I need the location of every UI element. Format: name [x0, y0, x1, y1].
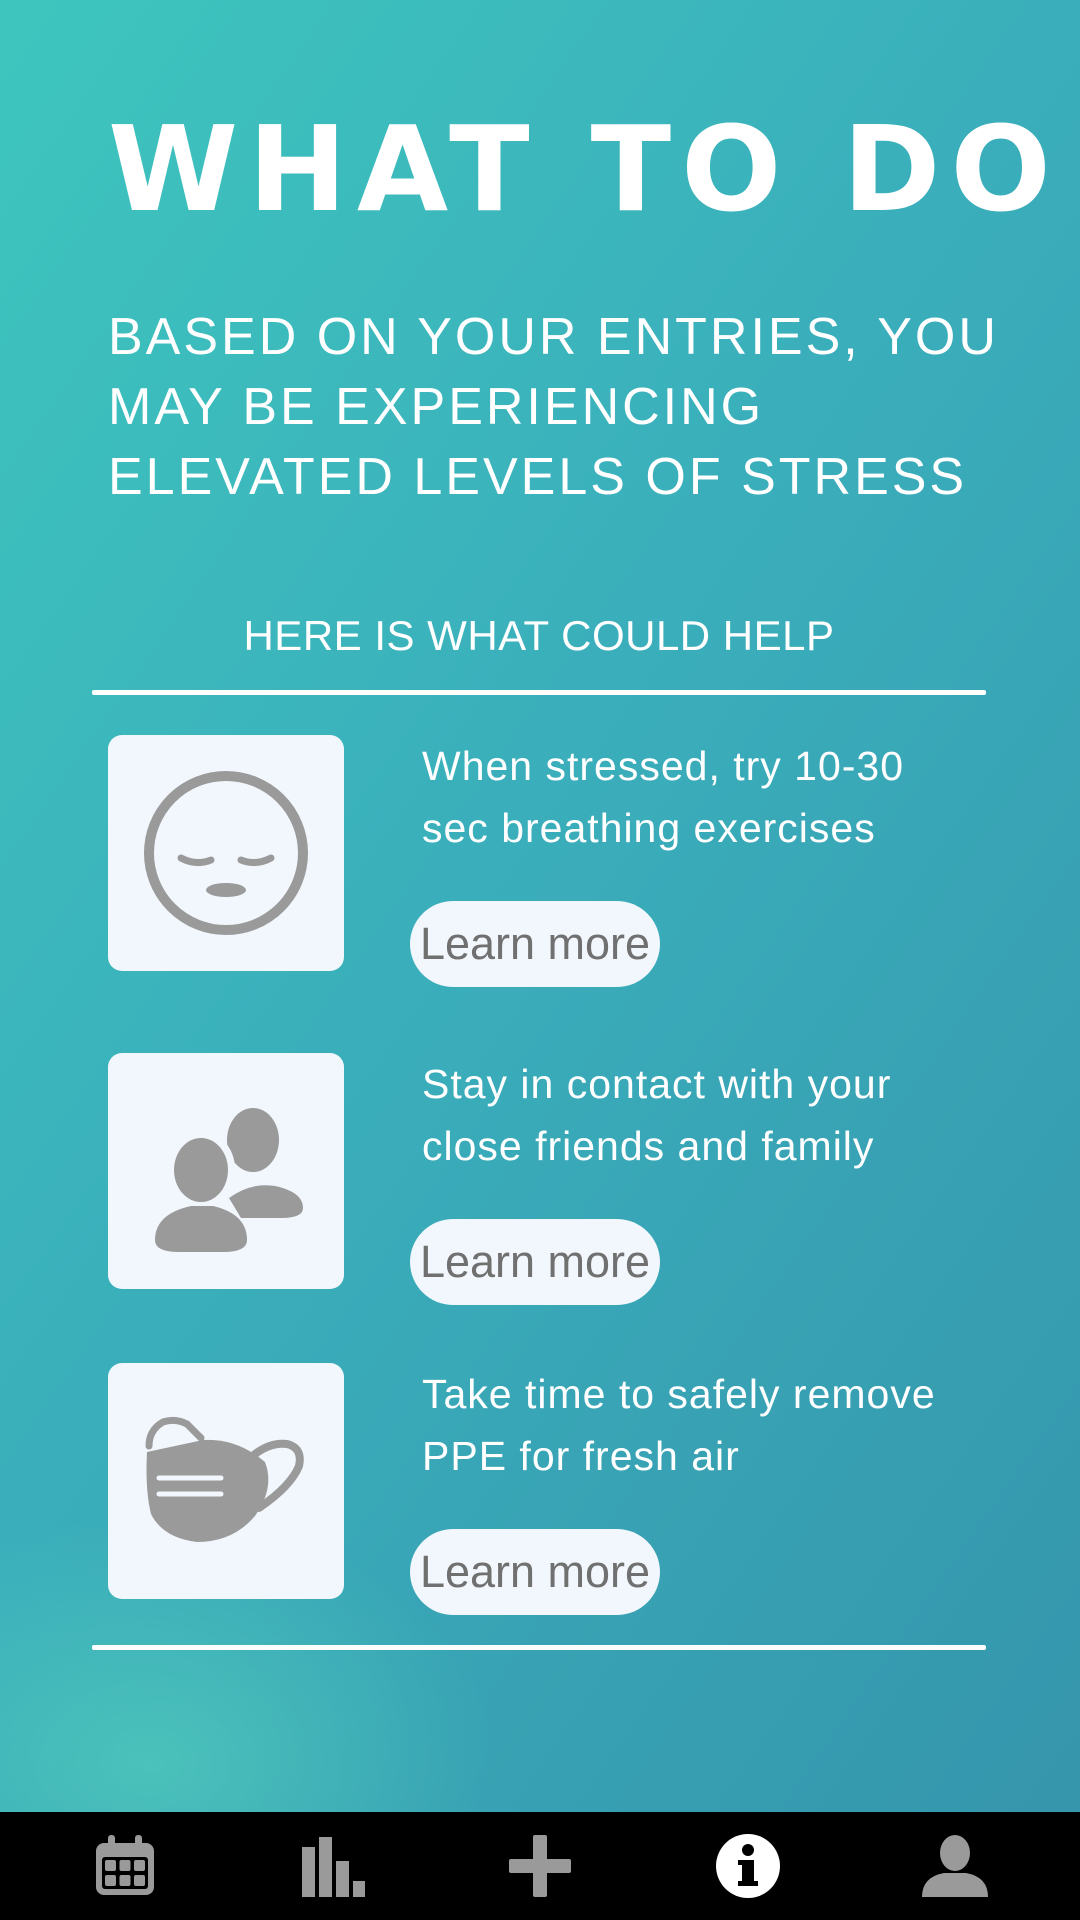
learn-more-button[interactable]: Learn more [410, 901, 660, 987]
nav-profile[interactable] [875, 1812, 1035, 1920]
what-to-do-screen: WHAT TO DO BASED ON YOUR ENTRIES, YOU MA… [0, 0, 1080, 1812]
tip-icon-card [108, 1363, 344, 1599]
tip-text: When stressed, try 10-30 sec breathing e… [422, 743, 905, 851]
sleepy-face-icon [144, 771, 308, 935]
stress-assessment-text: BASED ON YOUR ENTRIES, YOU MAY BE EXPERI… [108, 308, 999, 506]
nav-statistics[interactable] [253, 1812, 413, 1920]
tip-icon-card [108, 735, 344, 971]
learn-more-button[interactable]: Learn more [410, 1529, 660, 1615]
people-icon [149, 1108, 303, 1252]
bottom-navigation-bar [0, 1812, 1080, 1920]
tip-contact: Stay in contact with your close friends … [108, 1053, 988, 1313]
page-title: WHAT TO DO [108, 100, 1061, 238]
nav-add-entry[interactable] [460, 1812, 620, 1920]
tip-icon-card [108, 1053, 344, 1289]
face-mask-icon [145, 1416, 304, 1542]
bar-chart-icon [301, 1837, 365, 1897]
help-heading: HERE IS WHAT COULD HELP [243, 612, 835, 659]
tip-text: Take time to safely remove PPE for fresh… [422, 1371, 936, 1479]
tip-breathing: When stressed, try 10-30 sec breathing e… [108, 735, 988, 995]
tip-text: Stay in contact with your close friends … [422, 1061, 892, 1169]
user-icon [922, 1835, 988, 1897]
calendar-icon [96, 1835, 154, 1895]
nav-info[interactable] [668, 1812, 828, 1920]
bottom-divider [92, 1645, 986, 1650]
top-divider [92, 690, 986, 695]
info-icon [715, 1834, 780, 1898]
learn-more-button[interactable]: Learn more [410, 1219, 660, 1305]
nav-calendar[interactable] [45, 1812, 205, 1920]
tip-ppe: Take time to safely remove PPE for fresh… [108, 1363, 988, 1623]
plus-icon [509, 1835, 571, 1897]
